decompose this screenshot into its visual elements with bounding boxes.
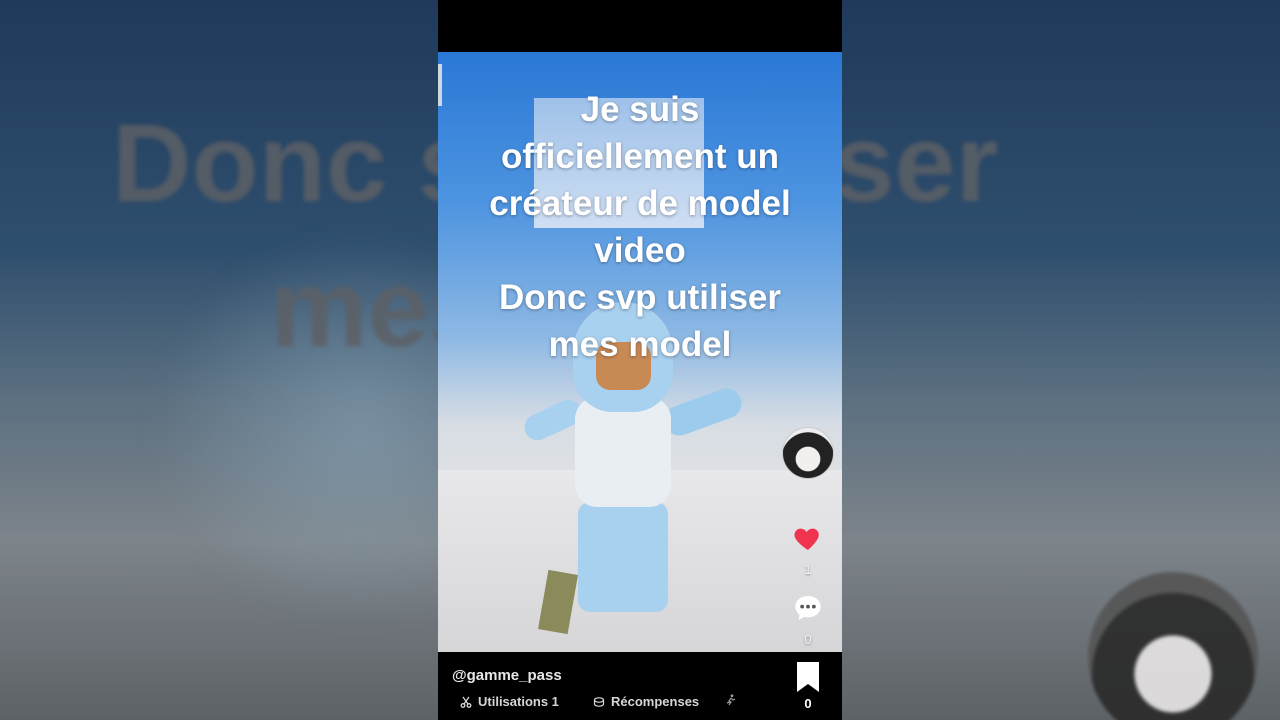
video-info-bar: @gamme_pass Utilisations 1 Récompenses 0 — [438, 652, 842, 720]
caption-line: créateur de model — [489, 184, 791, 223]
character-peg-leg — [538, 569, 578, 635]
scissors-icon — [460, 696, 472, 708]
character-torso — [575, 397, 671, 507]
character-right-arm — [660, 384, 746, 440]
character-legs — [578, 502, 668, 612]
caption-line: video — [594, 231, 686, 270]
caption-line: officiellement un — [500, 137, 780, 176]
caption-line: mes model — [548, 325, 732, 364]
caption-line: Je suis — [580, 90, 700, 129]
like-button[interactable]: 1 — [786, 522, 830, 577]
background-blurred-avatar — [1088, 572, 1258, 720]
comment-button[interactable]: 0 — [786, 592, 830, 647]
heart-icon — [794, 528, 819, 550]
video-caption: Je suis officiellement un créateur de mo… — [438, 86, 842, 368]
rewards-link[interactable]: Récompenses — [593, 694, 699, 709]
top-black-bar — [438, 0, 842, 48]
short-video-player: Je suis officiellement un créateur de mo… — [438, 0, 842, 720]
uses-label: Utilisations 1 — [478, 694, 559, 709]
uses-link[interactable]: Utilisations 1 — [460, 694, 559, 709]
extra-link[interactable] — [726, 694, 736, 706]
rewards-label: Récompenses — [611, 694, 700, 709]
creator-avatar[interactable] — [782, 427, 834, 479]
bookmark-icon[interactable] — [795, 660, 821, 694]
running-figure-icon — [726, 694, 736, 706]
coins-icon — [593, 696, 605, 707]
comment-bubble-icon — [795, 596, 821, 620]
creator-username[interactable]: @gamme_pass — [452, 667, 562, 684]
comment-count: 0 — [804, 632, 812, 647]
caption-line: Donc svp utiliser — [498, 278, 782, 317]
video-frame[interactable]: Je suis officiellement un créateur de mo… — [438, 52, 842, 652]
like-count: 1 — [804, 562, 812, 577]
bookmark-count: 0 — [804, 696, 812, 711]
